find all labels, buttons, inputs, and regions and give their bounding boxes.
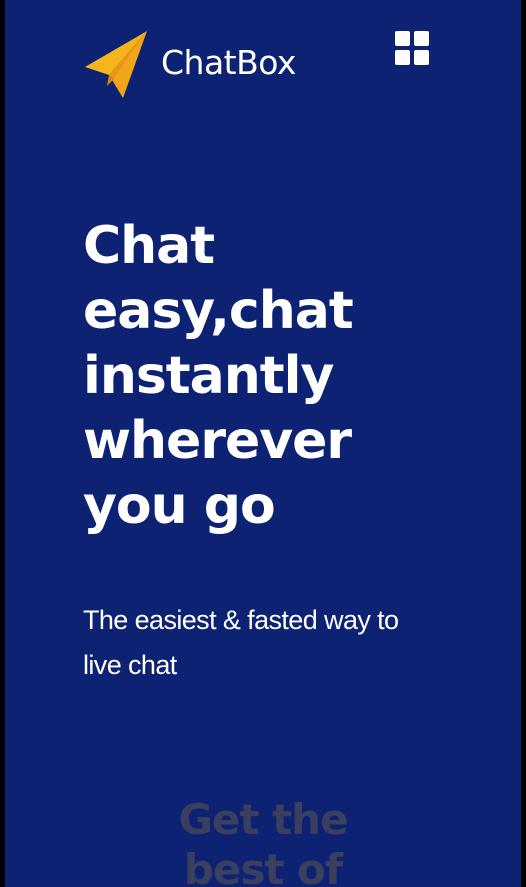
brand-logo-link[interactable]: ChatBox (81, 30, 296, 98)
brand-name: ChatBox (161, 42, 296, 82)
hero-subtitle: The easiest & fasted way to live chat (83, 605, 399, 680)
top-header: ChatBox (5, 0, 521, 130)
grid-menu-icon (395, 31, 429, 65)
section-heading-line-2: best of (183, 845, 343, 887)
app-screen: ChatBox Chat easy,chat instantly whereve… (5, 0, 521, 887)
device-frame: ChatBox Chat easy,chat instantly whereve… (0, 0, 526, 887)
hero-title: Chat easy,chat instantly wherever you go (83, 216, 354, 536)
section-heading: Get the best of (5, 795, 521, 887)
section-heading-line-1: Get the (178, 795, 348, 844)
menu-button[interactable] (395, 31, 429, 65)
paper-plane-icon (85, 31, 147, 98)
